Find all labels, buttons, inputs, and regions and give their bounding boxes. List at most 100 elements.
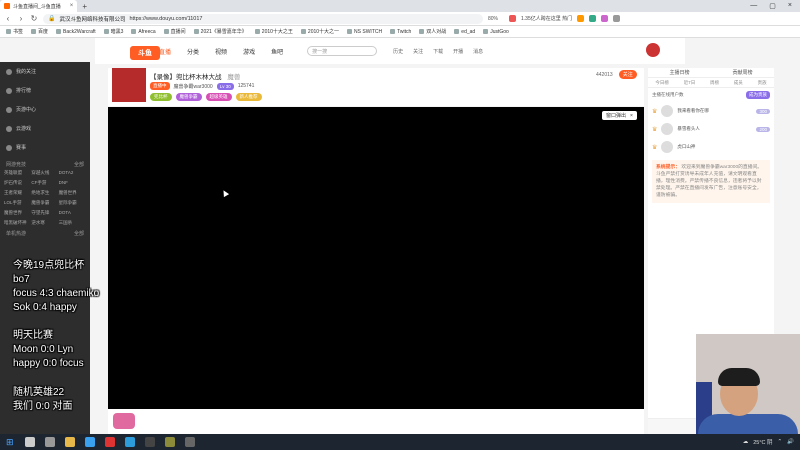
subtab[interactable]: 成员	[734, 80, 743, 86]
app-icon[interactable]	[104, 437, 115, 447]
tab-weekly-rank[interactable]: 贡献周榜	[732, 69, 752, 76]
extension-icon[interactable]	[589, 15, 597, 22]
nav-games[interactable]: 游戏	[243, 47, 255, 56]
reload-icon[interactable]: ↻	[30, 14, 38, 23]
message-icon[interactable]: 消息	[473, 48, 483, 55]
sidebar-item-webgame[interactable]: 页游中心	[0, 100, 90, 119]
extension-icon[interactable]	[509, 15, 517, 22]
game-link[interactable]: DOTA	[59, 210, 86, 216]
extension-icon[interactable]	[577, 15, 585, 22]
nav-category[interactable]: 分类	[187, 47, 199, 56]
popout-button[interactable]: 窗口弹出 ×	[602, 111, 637, 120]
maximize-icon[interactable]: ▢	[769, 2, 776, 10]
back-icon[interactable]: ‹	[4, 14, 12, 23]
gift-icon[interactable]	[113, 413, 135, 429]
follow-button[interactable]: 关注	[618, 70, 637, 79]
weather-icon[interactable]: ☁	[743, 439, 749, 445]
room-tag[interactable]: 兜比杯	[150, 93, 172, 101]
rank-row[interactable]: ♛ 我来看看你在哪 300	[648, 102, 774, 120]
game-link[interactable]: 魔兽世界	[4, 210, 31, 216]
tab-douyu-room[interactable]: 斗鱼直播间_斗鱼直播 ×	[0, 0, 78, 12]
sidebar-item-rank[interactable]: 排行榜	[0, 81, 90, 100]
subtab[interactable]: 贵族	[758, 80, 767, 86]
close-icon[interactable]: ×	[630, 113, 633, 119]
task-view-icon[interactable]	[44, 437, 55, 447]
minimize-icon[interactable]: —	[750, 2, 757, 10]
game-link[interactable]: 三国杀	[59, 220, 86, 226]
game-link[interactable]: 暗黑破坏神	[4, 220, 31, 226]
new-tab-button[interactable]: +	[77, 2, 92, 11]
user-avatar[interactable]	[646, 43, 660, 57]
subtab[interactable]: 近7日	[684, 80, 696, 86]
app-icon[interactable]	[124, 437, 135, 447]
bookmark-item[interactable]: 2010十大之王	[254, 28, 293, 35]
bookmark-item[interactable]: 直播间	[163, 28, 186, 35]
warcraft-icon[interactable]	[144, 437, 155, 447]
game-link[interactable]: LOL手游	[4, 200, 31, 206]
bookmark-item[interactable]: Afreeca	[131, 29, 156, 35]
volume-icon[interactable]: 🔊	[787, 439, 794, 445]
bookmark-item[interactable]: NS SWITCH	[347, 29, 382, 35]
room-tag[interactable]: 新人推荐	[235, 93, 262, 101]
nav-fishbar[interactable]: 鱼吧	[271, 47, 283, 56]
bookmark-item[interactable]: 2021《暴雪嘉年华》	[193, 28, 247, 35]
sidebar-item-follow[interactable]: 我的关注	[0, 62, 90, 81]
extension-text[interactable]: 1.35亿人跨在这里 热门	[521, 15, 572, 22]
bookmark-item[interactable]: 书签	[6, 28, 23, 35]
game-link[interactable]: CF手游	[31, 180, 58, 186]
game-link[interactable]: 魔兽世界	[59, 190, 86, 196]
subtab[interactable]: 周榜	[710, 80, 719, 86]
profile-icon[interactable]	[613, 15, 621, 22]
game-link[interactable]: 逆水寒	[31, 220, 58, 226]
room-category[interactable]: 魔兽	[227, 74, 240, 81]
room-tag[interactable]: 魔兽争霸	[175, 93, 202, 101]
extension-icon[interactable]	[601, 15, 609, 22]
bookmark-item[interactable]: Back2Warcraft	[56, 29, 96, 35]
game-link[interactable]: 英雄联盟	[4, 170, 31, 176]
close-window-icon[interactable]: ×	[788, 2, 792, 10]
site-search-input[interactable]: 搜一搜	[307, 46, 378, 56]
game-link[interactable]: 守望先锋	[31, 210, 58, 216]
history-icon[interactable]: 历史	[393, 48, 403, 55]
bookmark-item[interactable]: 暗黑3	[103, 28, 123, 35]
game-link[interactable]: DNF	[59, 180, 86, 186]
app-icon[interactable]	[164, 437, 175, 447]
rank-row[interactable]: ♛ 暴雪看头人 200	[648, 120, 774, 138]
windows-start-icon[interactable]: ⊞	[6, 437, 14, 448]
download-icon[interactable]: 下载	[433, 48, 443, 55]
weather-text[interactable]: 25°C 阴	[753, 438, 772, 446]
game-link[interactable]: 魔兽争霸	[31, 200, 58, 206]
url-input[interactable]: 🔒 武汉斗鱼网络科技有限公司 https://www.douyu.com/110…	[43, 13, 483, 24]
streamer-avatar[interactable]	[112, 68, 146, 102]
video-player[interactable]	[108, 107, 644, 409]
bookmark-item[interactable]: JustGoo	[483, 29, 509, 35]
file-explorer-icon[interactable]	[64, 437, 75, 447]
bookmark-item[interactable]: 百度	[31, 28, 48, 35]
douyu-logo[interactable]: 斗鱼	[130, 46, 160, 60]
game-link[interactable]: 炉石传说	[4, 180, 31, 186]
broadcast-icon[interactable]: 开播	[453, 48, 463, 55]
sidebar-item-cloudgame[interactable]: 云游戏	[0, 119, 90, 138]
game-link[interactable]: 绝地求生	[31, 190, 58, 196]
settings-icon[interactable]	[184, 437, 195, 447]
nav-video[interactable]: 视频	[215, 47, 227, 56]
rank-row[interactable]: ♛ 虎口山神	[648, 138, 774, 156]
bookmark-item[interactable]: 双人对战	[419, 28, 446, 35]
game-link[interactable]: DOTA2	[59, 170, 86, 176]
become-noble-button[interactable]: 成为贵族	[746, 91, 770, 99]
sidebar-item-esports[interactable]: 赛事	[0, 138, 90, 157]
network-icon[interactable]: ⌃	[778, 439, 783, 445]
tab-daily-rank[interactable]: 主播日榜	[669, 69, 689, 76]
nav-live[interactable]: 直播	[159, 47, 171, 56]
forward-icon[interactable]: ›	[17, 14, 25, 23]
zoom-level[interactable]: 80%	[488, 16, 498, 22]
bookmark-item[interactable]: 2010十大之一	[300, 28, 339, 35]
follow-icon[interactable]: 关注	[413, 48, 423, 55]
room-tag[interactable]: 超级英雄	[205, 93, 232, 101]
game-link[interactable]: 穿越火线	[31, 170, 58, 176]
game-link[interactable]: 王者荣耀	[4, 190, 31, 196]
game-link[interactable]: 星际争霸	[59, 200, 86, 206]
close-tab-icon[interactable]: ×	[70, 3, 74, 9]
browser-icon[interactable]	[84, 437, 95, 447]
search-icon[interactable]	[24, 437, 35, 447]
